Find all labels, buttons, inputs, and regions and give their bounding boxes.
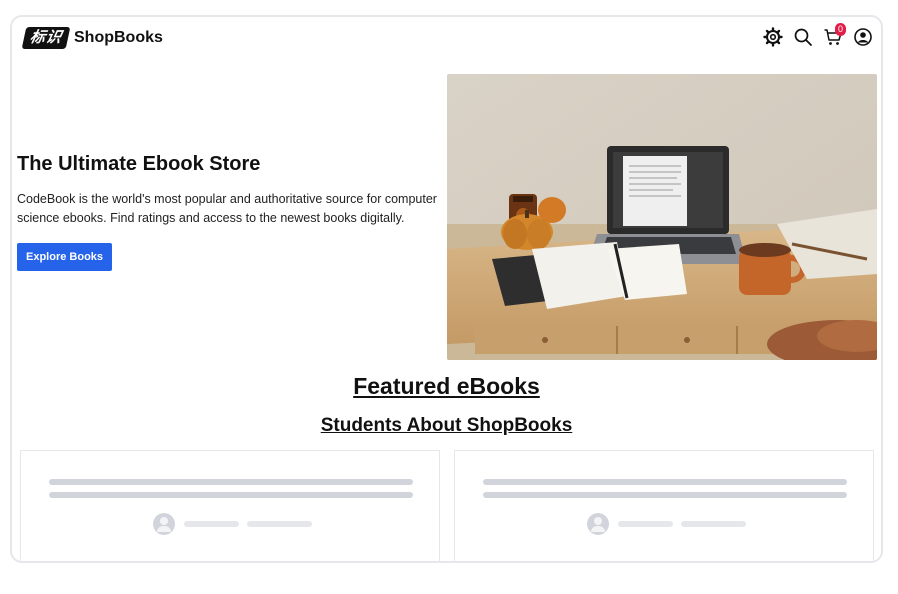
hero-section: The Ultimate Ebook Store CodeBook is the… <box>17 153 442 271</box>
skeleton-role <box>681 521 746 527</box>
featured-ebooks-heading: Featured eBooks <box>353 373 540 399</box>
header-actions: 0 <box>763 23 873 47</box>
brand-logo: 标识 <box>21 27 71 49</box>
page-frame: 标识 ShopBooks 0 The Ultimate Ebook Store … <box>10 15 883 563</box>
user-icon-glyph <box>854 28 872 46</box>
settings-icon[interactable] <box>763 27 783 47</box>
user-icon[interactable] <box>853 27 873 47</box>
desk-laptop-photo <box>447 74 877 360</box>
hero-description: CodeBook is the world's most popular and… <box>17 192 437 225</box>
navbar: 标识 ShopBooks 0 <box>12 17 881 61</box>
cart-count-badge: 0 <box>835 23 846 36</box>
hero-title: The Ultimate Ebook Store <box>17 153 261 175</box>
skeleton-line <box>483 492 847 498</box>
testimonial-card-skeleton <box>454 450 874 561</box>
skeleton-name <box>618 521 673 527</box>
avatar-placeholder-icon <box>587 513 609 535</box>
testimonial-card-skeleton <box>20 450 440 561</box>
hero-image <box>447 74 877 360</box>
avatar-placeholder-icon <box>153 513 175 535</box>
brand-link[interactable]: 标识 ShopBooks <box>21 27 163 49</box>
search-icon-glyph <box>794 28 812 46</box>
skeleton-line <box>49 492 413 498</box>
skeleton-line <box>49 479 413 485</box>
testimonials-heading: Students About ShopBooks <box>320 415 573 436</box>
testimonials-list <box>20 450 875 561</box>
skeleton-name <box>184 521 239 527</box>
search-icon[interactable] <box>793 27 813 47</box>
skeleton-role <box>247 521 312 527</box>
cart-icon[interactable]: 0 <box>823 23 846 47</box>
settings-icon-glyph <box>763 27 783 47</box>
skeleton-line <box>483 479 847 485</box>
explore-books-button[interactable]: Explore Books <box>17 243 113 271</box>
brand-name: ShopBooks <box>74 29 163 46</box>
